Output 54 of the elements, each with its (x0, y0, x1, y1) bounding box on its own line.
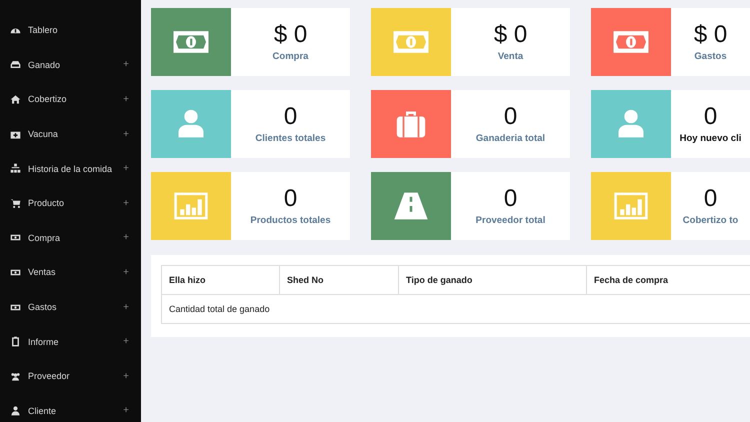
stat-label: Ganaderia total (476, 133, 546, 144)
expand-toggle[interactable]: + (123, 336, 129, 348)
tray-icon (10, 59, 21, 70)
table-footer-text: Cantidad total de ganado (162, 294, 750, 324)
column-header: Shed No (280, 266, 398, 294)
sitemap-icon (10, 163, 21, 174)
nav-link[interactable]: Ganado (28, 60, 60, 70)
money-icon (10, 232, 21, 244)
nav-link[interactable]: Ventas (28, 267, 56, 278)
stat-label: Proveedor total (476, 215, 546, 226)
stat-label: Cobertizo to (682, 215, 738, 226)
expand-toggle[interactable]: + (123, 59, 129, 70)
stat-value: 0 (704, 186, 718, 212)
cart-icon (10, 198, 21, 209)
users-icon (10, 370, 21, 382)
stat-value: $ 0 (694, 22, 728, 48)
expand-toggle[interactable]: + (123, 163, 129, 174)
expand-toggle[interactable]: + (123, 128, 129, 140)
nav-link[interactable]: Vacuna (28, 129, 58, 140)
home-icon (10, 94, 21, 105)
nav-link[interactable]: Historia de la comida (28, 164, 112, 174)
nav-link[interactable]: Cliente (28, 406, 56, 416)
column-header: Tipo de ganado (398, 266, 586, 294)
stat-value: 0 (704, 104, 718, 130)
expand-toggle[interactable]: + (123, 302, 129, 313)
stat-label: Gastos (694, 51, 727, 62)
stat-value: 0 (504, 104, 518, 130)
stat-value: 0 (284, 186, 298, 212)
stat-label: Venta (498, 51, 524, 62)
clipboard-icon (10, 336, 21, 348)
stat-label: Clientes totales (255, 133, 326, 144)
nav-link[interactable]: Tablero (28, 25, 58, 36)
column-header: Fecha de compra (586, 266, 750, 294)
nav-link[interactable]: Cobertizo (28, 94, 67, 104)
stat-label: Hoy nuevo cli (680, 133, 742, 144)
stat-value: $ 0 (494, 22, 528, 48)
column-header: Ella hizo (162, 266, 280, 294)
expand-toggle[interactable]: + (123, 232, 129, 244)
nav-link[interactable]: Producto (28, 198, 64, 208)
expand-toggle[interactable]: + (123, 266, 129, 278)
user-icon (10, 405, 21, 416)
nav-link[interactable]: Informe (28, 336, 59, 347)
stat-label: Compra (272, 51, 308, 62)
expand-toggle[interactable]: + (123, 405, 129, 416)
nav-link[interactable]: Gastos (28, 302, 57, 312)
stat-value: $ 0 (274, 22, 308, 48)
nav-link[interactable]: Compra (28, 232, 60, 243)
stat-label: Productos totales (250, 215, 331, 226)
nav-link[interactable]: Proveedor (28, 371, 70, 382)
stat-value: 0 (504, 186, 518, 212)
expand-toggle[interactable]: + (123, 94, 129, 105)
expand-toggle[interactable]: + (123, 370, 129, 382)
stat-value: 0 (284, 104, 298, 130)
expand-toggle[interactable]: + (123, 198, 129, 209)
